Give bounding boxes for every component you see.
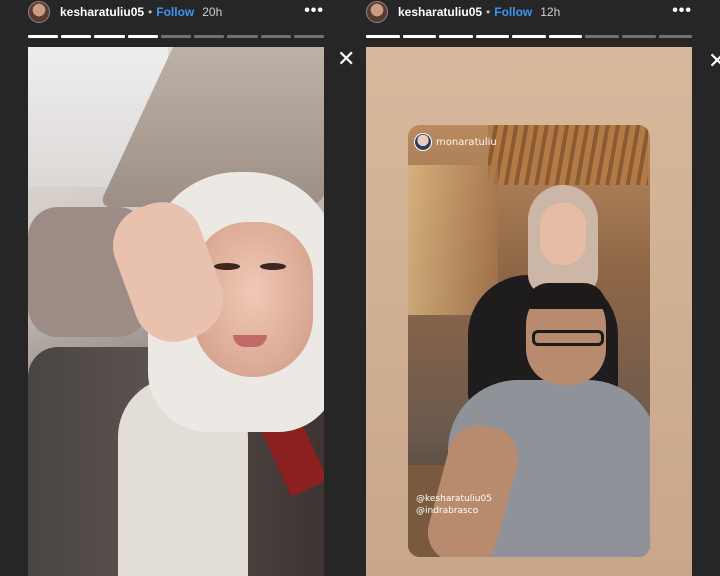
progress-segment bbox=[475, 35, 510, 38]
story-background: monaratuliu @kesharatuliu05 @indrabrasco bbox=[366, 47, 692, 576]
username[interactable]: kesharatuliu05 bbox=[60, 5, 144, 19]
progress-segment bbox=[61, 35, 92, 38]
story-header: kesharatuliu05 • Follow 20h ••• bbox=[28, 0, 324, 24]
mention-tags: @kesharatuliu05 @indrabrasco bbox=[416, 493, 492, 517]
photo-eye bbox=[260, 263, 286, 270]
reshare-source[interactable]: monaratuliu bbox=[414, 133, 497, 151]
progress-segment bbox=[402, 35, 437, 38]
source-username[interactable]: monaratuliu bbox=[436, 137, 497, 148]
progress-segment bbox=[260, 35, 291, 38]
avatar[interactable] bbox=[28, 1, 50, 23]
more-options-icon[interactable]: ••• bbox=[304, 2, 324, 20]
reshared-photo[interactable]: monaratuliu @kesharatuliu05 @indrabrasco bbox=[408, 125, 650, 557]
progress-segment bbox=[293, 35, 324, 38]
mention-tag[interactable]: @kesharatuliu05 bbox=[416, 493, 492, 505]
photo-woman-face bbox=[540, 203, 586, 265]
separator: • bbox=[148, 5, 153, 19]
separator: • bbox=[486, 5, 491, 19]
close-icon[interactable]: ✕ bbox=[337, 48, 355, 70]
story-left[interactable]: kesharatuliu05 • Follow 20h ••• bbox=[28, 0, 324, 576]
timestamp: 20h bbox=[202, 5, 223, 19]
username[interactable]: kesharatuliu05 bbox=[398, 5, 482, 19]
progress-segment bbox=[94, 35, 125, 38]
photo-ceiling bbox=[488, 125, 648, 185]
story-right[interactable]: kesharatuliu05 • Follow 12h ••• monaratu… bbox=[366, 0, 693, 576]
follow-button[interactable]: Follow bbox=[156, 5, 194, 19]
progress-segment bbox=[227, 35, 258, 38]
progress-segment bbox=[439, 35, 473, 38]
timestamp: 12h bbox=[540, 5, 561, 19]
photo-eye bbox=[214, 263, 240, 270]
close-icon[interactable]: ✕ bbox=[708, 50, 720, 72]
source-avatar[interactable] bbox=[414, 133, 432, 151]
mention-tag[interactable]: @indrabrasco bbox=[416, 505, 492, 517]
photo-man-hair bbox=[526, 283, 606, 309]
progress-segment bbox=[194, 35, 225, 38]
avatar[interactable] bbox=[366, 1, 388, 23]
progress-segment bbox=[621, 35, 656, 38]
progress-segment bbox=[548, 35, 583, 38]
progress-segment bbox=[585, 35, 619, 38]
story-progress bbox=[366, 35, 693, 38]
story-photo[interactable] bbox=[28, 47, 324, 576]
more-options-icon[interactable]: ••• bbox=[672, 2, 692, 20]
photo-glasses bbox=[532, 330, 604, 346]
progress-segment bbox=[512, 35, 546, 38]
story-header: kesharatuliu05 • Follow 12h ••• bbox=[366, 0, 692, 24]
progress-segment bbox=[160, 35, 192, 38]
progress-segment bbox=[366, 35, 400, 38]
story-progress bbox=[28, 35, 324, 38]
progress-segment bbox=[28, 35, 59, 38]
progress-segment bbox=[127, 35, 158, 38]
progress-segment bbox=[658, 35, 693, 38]
follow-button[interactable]: Follow bbox=[494, 5, 532, 19]
